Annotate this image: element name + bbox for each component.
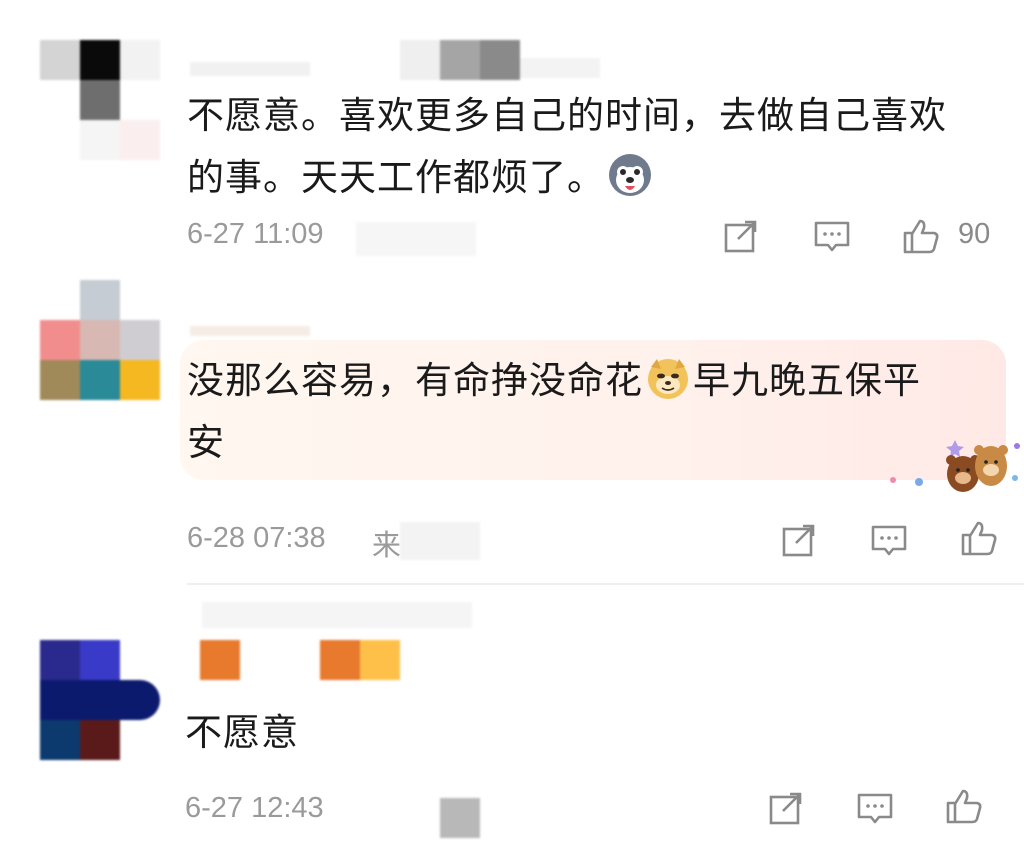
comment-text-line: 不愿意。喜欢更多自己的时间，去做自己喜欢 xyxy=(187,94,947,137)
comment-text-line: 早九晚五保平 xyxy=(693,359,921,402)
thumbs-up-icon xyxy=(961,521,997,556)
like-button[interactable] xyxy=(901,216,941,256)
username[interactable] xyxy=(190,40,610,80)
reply-icon xyxy=(814,221,850,252)
thumbs-up-icon xyxy=(903,219,939,254)
comment-text-line-with-emoji: 没那么容易，有命挣没命花 早九晚五保平 xyxy=(187,350,921,412)
comment-text-line: 的事。天天工作都烦了。 xyxy=(187,156,605,199)
avatar[interactable] xyxy=(40,40,160,160)
avatar[interactable] xyxy=(40,640,160,760)
location-obscured xyxy=(440,798,480,838)
comment-text: 不愿意 xyxy=(185,702,299,764)
husky-dog-emoji xyxy=(607,152,653,198)
username[interactable] xyxy=(187,600,487,690)
comment-time: 6-27 11:09 xyxy=(187,218,324,250)
comment-text-line-with-emoji: 的事。天天工作都烦了。 xyxy=(187,147,947,209)
location-obscured xyxy=(400,522,480,560)
thumbs-up-icon xyxy=(946,789,982,824)
avatar[interactable] xyxy=(40,280,160,400)
reply-icon xyxy=(871,525,907,556)
divider xyxy=(187,583,1024,585)
share-icon xyxy=(769,792,802,825)
username[interactable] xyxy=(190,320,370,340)
comment-text-line: 安 xyxy=(187,421,225,464)
location-text: 来 xyxy=(372,530,402,562)
comment-text: 不愿意。喜欢更多自己的时间，去做自己喜欢 的事。天天工作都烦了。 xyxy=(187,85,947,209)
reply-button[interactable] xyxy=(855,788,895,828)
comment-time: 6-28 07:38 xyxy=(187,522,326,554)
reply-button[interactable] xyxy=(869,520,909,560)
share-icon xyxy=(724,220,757,253)
share-button[interactable] xyxy=(721,216,761,256)
like-button[interactable] xyxy=(944,786,984,826)
like-button[interactable] xyxy=(959,518,999,558)
share-button[interactable] xyxy=(766,788,806,828)
reply-icon xyxy=(857,793,893,824)
comment-text: 没那么容易，有命挣没命花 早九晚五保平 安 xyxy=(187,350,921,474)
like-count: 90 xyxy=(958,218,991,250)
comment-text-line: 不愿意 xyxy=(185,711,299,754)
comment-text-line: 没那么容易，有命挣没命花 xyxy=(187,359,643,402)
comment-time: 6-27 12:43 xyxy=(185,792,324,824)
location-text xyxy=(356,222,476,256)
doge-emoji xyxy=(645,355,691,401)
share-button[interactable] xyxy=(779,520,819,560)
bear-couple-sticker xyxy=(885,432,1024,494)
share-icon xyxy=(782,524,815,557)
reply-button[interactable] xyxy=(812,216,852,256)
